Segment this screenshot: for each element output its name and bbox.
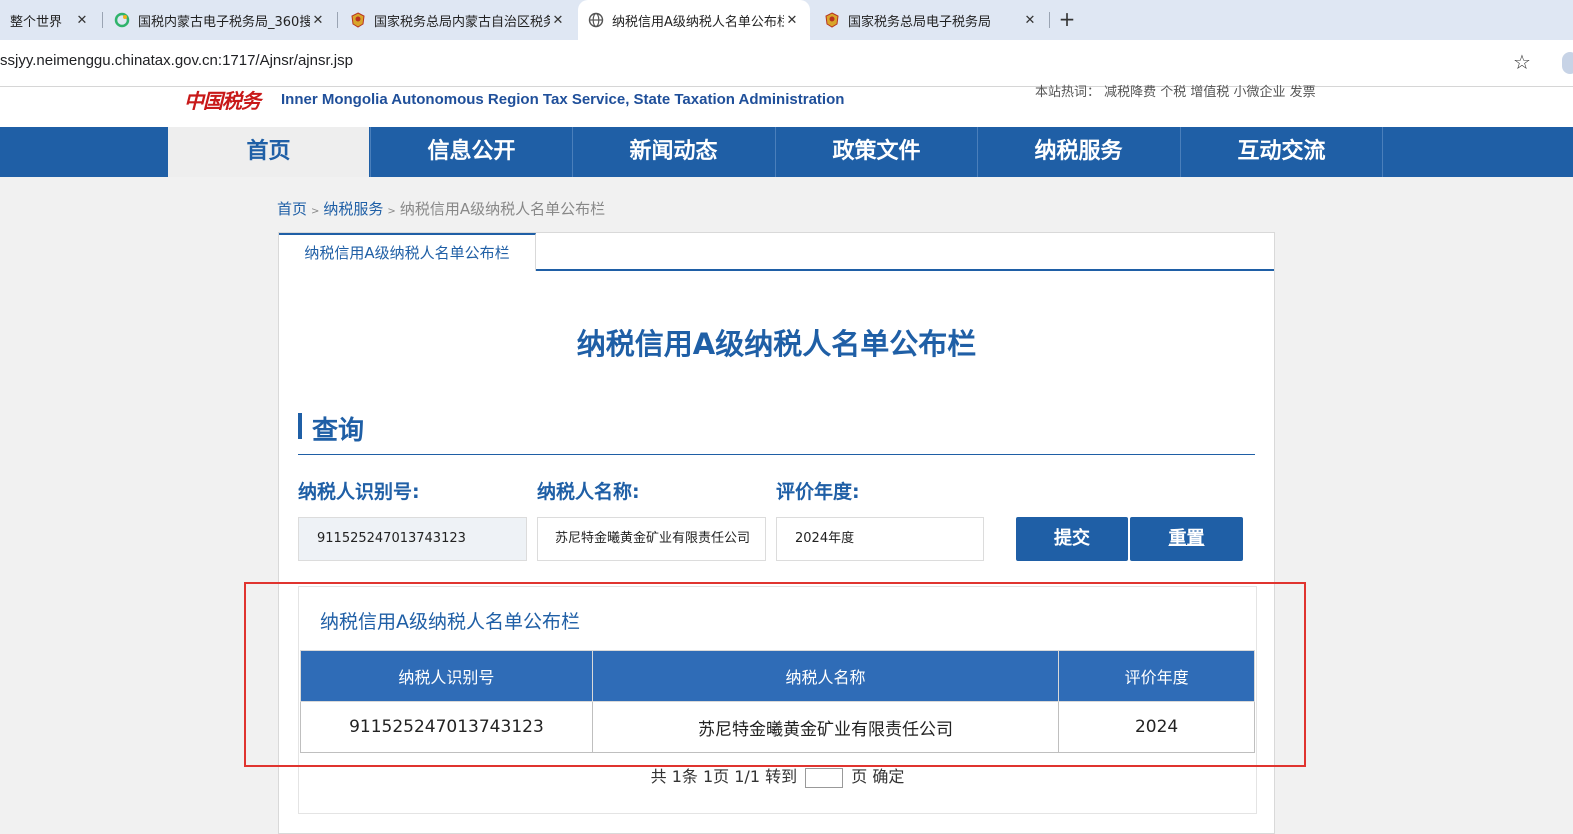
bookmark-star-icon[interactable]: ☆: [1513, 50, 1531, 74]
taxpayer-id-label: 纳税人识别号:: [298, 481, 420, 503]
taxpayer-id-input[interactable]: 911525247013743123: [298, 517, 527, 561]
reset-button[interactable]: 重置: [1130, 517, 1243, 561]
submit-label: 提交: [1054, 528, 1090, 549]
tab-title: 整个世界: [10, 14, 63, 30]
site-header: 中国税务 Inner Mongolia Autonomous Region Ta…: [0, 85, 1573, 127]
browser-tab[interactable]: 国税内蒙古电子税务局_360搜索 ✕: [104, 0, 336, 40]
cell-taxpayer-id: 911525247013743123: [300, 701, 593, 753]
section-title: 查询: [312, 416, 365, 446]
browser-tab[interactable]: 整个世界 ✕: [0, 0, 100, 40]
results-box: 纳税信用A级纳税人名单公布栏 纳税人识别号 纳税人名称 评价年度 9115252…: [298, 586, 1257, 814]
page-title: 纳税信用A级纳税人名单公布栏: [576, 327, 977, 361]
nav-item-info-disclosure[interactable]: 信息公开: [370, 127, 572, 177]
tax-emblem-icon: [824, 12, 840, 28]
close-icon[interactable]: ✕: [784, 13, 800, 28]
close-icon[interactable]: ✕: [310, 13, 326, 28]
table-header-row: 纳税人识别号 纳税人名称 评价年度: [300, 650, 1255, 702]
nav-item-interaction[interactable]: 互动交流: [1180, 127, 1382, 177]
taxpayer-name-input[interactable]: 苏尼特金曦黄金矿业有限责任公司: [537, 517, 766, 561]
search-360-icon: [114, 12, 130, 28]
site-logo[interactable]: 中国税务: [184, 85, 261, 114]
column-header-taxpayer-name: 纳税人名称: [591, 650, 1060, 702]
cell-taxpayer-name: 苏尼特金曦黄金矿业有限责任公司: [591, 701, 1060, 753]
site-name-en: Inner Mongolia Autonomous Region Tax Ser…: [281, 91, 845, 108]
browser-tab-strip: 整个世界 ✕ 国税内蒙古电子税务局_360搜索 ✕ 国家税务总局内蒙古自治区税务…: [0, 0, 1573, 40]
nav-divider: [1382, 127, 1383, 177]
tax-emblem-icon: [350, 12, 366, 28]
nav-item-home[interactable]: 首页: [168, 127, 369, 177]
url-text[interactable]: ssjyy.neimenggu.chinatax.gov.cn:1717/Ajn…: [0, 52, 353, 69]
breadcrumb: 首页 > 纳税服务 > 纳税信用A级纳税人名单公布栏: [277, 198, 605, 219]
table-row: 911525247013743123 苏尼特金曦黄金矿业有限责任公司 2024: [300, 701, 1255, 753]
browser-tab[interactable]: 国家税务总局内蒙古自治区税务 ✕: [340, 0, 576, 40]
cell-year: 2024: [1058, 701, 1255, 753]
close-icon[interactable]: ✕: [1022, 13, 1038, 28]
breadcrumb-separator: >: [387, 206, 396, 217]
browser-tab[interactable]: 国家税务总局电子税务局 ✕: [814, 0, 1048, 40]
breadcrumb-home[interactable]: 首页: [277, 200, 307, 218]
tab-divider: [337, 12, 338, 28]
tab-divider: [102, 12, 103, 28]
close-icon[interactable]: ✕: [550, 13, 566, 28]
year-label: 评价年度:: [776, 481, 860, 503]
close-icon[interactable]: ✕: [74, 13, 90, 28]
hot-search-terms[interactable]: 本站热词： 减税降费 个税 增值税 小微企业 发票: [1035, 81, 1316, 100]
new-tab-button[interactable]: +: [1056, 8, 1078, 30]
tab-divider: [1049, 12, 1050, 28]
breadcrumb-current: 纳税信用A级纳税人名单公布栏: [399, 200, 606, 218]
tab-title: 纳税信用A级纳税人名单公布栏: [612, 14, 784, 30]
year-select[interactable]: 2024年度: [776, 517, 984, 561]
column-header-year: 评价年度: [1058, 650, 1255, 702]
results-table: 纳税人识别号 纳税人名称 评价年度 911525247013743123 苏尼特…: [300, 650, 1255, 753]
address-bar[interactable]: ssjyy.neimenggu.chinatax.gov.cn:1717/Ajn…: [0, 40, 1573, 87]
tab-title: 国税内蒙古电子税务局_360搜索: [138, 14, 310, 30]
column-header-taxpayer-id: 纳税人识别号: [300, 650, 593, 702]
nav-item-tax-service[interactable]: 纳税服务: [977, 127, 1179, 177]
globe-icon: [588, 12, 604, 28]
pagination-confirm[interactable]: 页 确定: [851, 767, 904, 786]
content-panel: 纳税信用A级纳税人名单公布栏 纳税信用A级纳税人名单公布栏 查询 纳税人识别号:…: [278, 232, 1275, 834]
pagination-summary: 共 1条 1页 1/1 转到: [650, 767, 798, 786]
pagination: 共 1条 1页 1/1 转到 页 确定: [299, 763, 1256, 788]
tab-title: 国家税务总局内蒙古自治区税务: [374, 14, 550, 30]
results-title: 纳税信用A级纳税人名单公布栏: [320, 611, 580, 633]
breadcrumb-separator: >: [311, 206, 320, 217]
main-nav: 首页 信息公开 新闻动态 政策文件 纳税服务 互动交流: [0, 127, 1573, 177]
taxpayer-name-label: 纳税人名称:: [537, 481, 640, 503]
tab-title: 国家税务总局电子税务局: [848, 14, 992, 30]
breadcrumb-tax-service[interactable]: 纳税服务: [323, 200, 383, 218]
profile-avatar[interactable]: [1562, 52, 1573, 74]
reset-label: 重置: [1168, 528, 1205, 549]
nav-item-policy[interactable]: 政策文件: [775, 127, 977, 177]
nav-item-news[interactable]: 新闻动态: [572, 127, 774, 177]
submit-button[interactable]: 提交: [1016, 517, 1128, 561]
panel-tab[interactable]: 纳税信用A级纳税人名单公布栏: [279, 233, 536, 271]
section-marker: [298, 413, 302, 439]
browser-tab-active[interactable]: 纳税信用A级纳税人名单公布栏 ✕: [578, 0, 810, 40]
page-jump-input[interactable]: [805, 767, 844, 788]
section-divider: [298, 454, 1255, 455]
